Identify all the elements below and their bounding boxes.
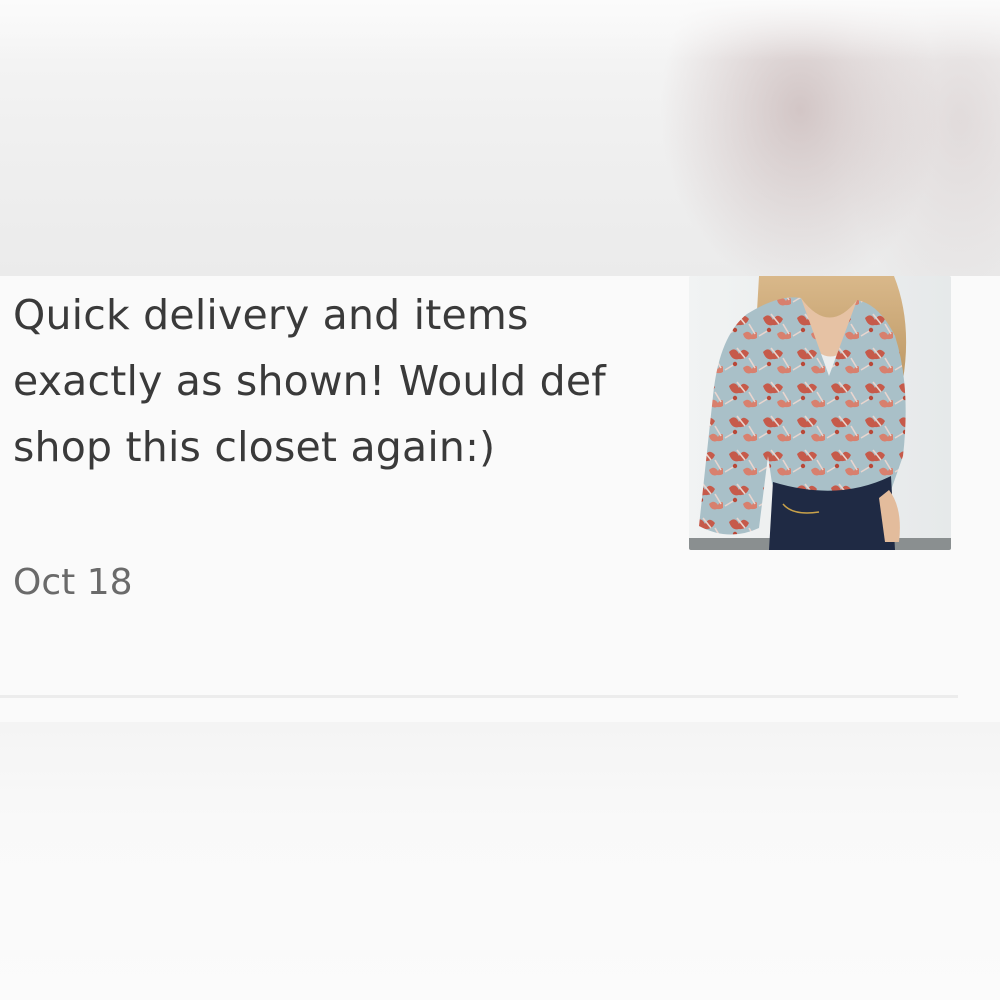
divider xyxy=(0,695,958,698)
blurred-background-top xyxy=(0,0,1000,276)
product-thumbnail[interactable] xyxy=(689,276,951,550)
review-item: Quick delivery and items exactly as show… xyxy=(0,276,1000,722)
review-date: Oct 18 xyxy=(13,562,133,603)
review-text: Quick delivery and items exactly as show… xyxy=(13,291,606,471)
floral-blouse-image-icon xyxy=(689,276,951,550)
blurred-background-bottom xyxy=(0,722,1000,1000)
review-screen: Quick delivery and items exactly as show… xyxy=(0,0,1000,1000)
